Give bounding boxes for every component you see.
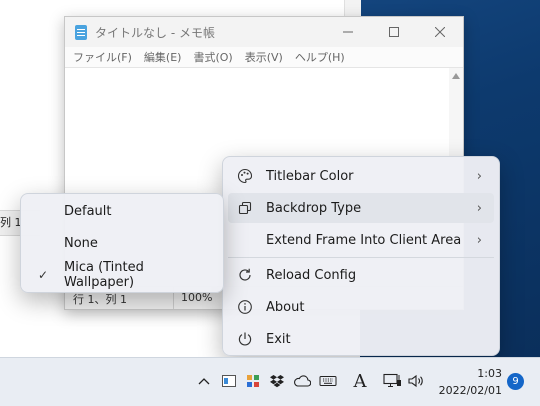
chevron-right-icon: › xyxy=(476,168,482,184)
notepad-titlebar[interactable]: タイトルなし - メモ帳 xyxy=(65,17,463,47)
chevron-up-icon[interactable] xyxy=(197,371,211,391)
submenu-item-none[interactable]: None xyxy=(26,228,218,258)
backdrop-submenu: Default None ✓ Mica (Tinted Wallpaper) xyxy=(20,193,224,293)
window-title: タイトルなし - メモ帳 xyxy=(95,25,215,40)
notification-badge[interactable]: 9 xyxy=(507,373,524,390)
chevron-right-icon: › xyxy=(476,200,482,216)
menu-file[interactable]: ファイル(F) xyxy=(67,49,138,65)
clock-date: 2022/02/01 xyxy=(438,384,502,397)
menu-item-backdrop-type[interactable]: Backdrop Type › xyxy=(228,193,494,223)
dropbox-icon[interactable] xyxy=(268,371,286,391)
context-menu: Titlebar Color › Backdrop Type › Extend … xyxy=(222,156,500,356)
copy-icon xyxy=(236,199,254,217)
network-icon[interactable] xyxy=(382,371,402,391)
menu-item-reload-config[interactable]: Reload Config xyxy=(228,260,494,290)
scroll-up-icon[interactable] xyxy=(452,73,460,79)
ime-icon[interactable]: A xyxy=(350,371,370,392)
menu-item-label: Exit xyxy=(266,331,291,347)
minimize-button[interactable] xyxy=(325,17,371,47)
menu-view[interactable]: 表示(V) xyxy=(239,49,289,65)
minimize-icon xyxy=(343,31,353,33)
clock-time: 1:03 xyxy=(477,367,502,380)
menu-edit[interactable]: 編集(E) xyxy=(138,49,188,65)
palette-icon xyxy=(236,167,254,185)
menu-item-label: Extend Frame Into Client Area xyxy=(266,232,462,248)
chevron-right-icon: › xyxy=(476,232,482,248)
menu-item-extend-frame[interactable]: Extend Frame Into Client Area › xyxy=(228,225,494,255)
menu-item-label: Backdrop Type xyxy=(266,200,362,216)
menu-item-exit[interactable]: Exit xyxy=(228,324,494,354)
close-icon xyxy=(435,27,445,37)
background-status-text: 列 1 xyxy=(0,216,22,229)
submenu-item-mica[interactable]: ✓ Mica (Tinted Wallpaper) xyxy=(26,260,218,290)
menu-format[interactable]: 書式(O) xyxy=(187,49,238,65)
menu-help[interactable]: ヘルプ(H) xyxy=(289,49,351,65)
submenu-item-label: None xyxy=(64,235,98,251)
menu-separator xyxy=(228,257,494,258)
power-icon xyxy=(236,330,254,348)
submenu-item-label: Mica (Tinted Wallpaper) xyxy=(64,260,144,290)
submenu-item-default[interactable]: Default xyxy=(26,196,218,226)
keyboard-icon[interactable] xyxy=(318,371,338,391)
onedrive-icon[interactable] xyxy=(292,371,312,391)
taskbar: A 1:03 2022/02/01 9 xyxy=(0,357,540,406)
info-icon xyxy=(236,298,254,316)
app-icon[interactable] xyxy=(220,371,238,391)
menu-item-label: About xyxy=(266,299,305,315)
submenu-item-label: Default xyxy=(64,203,112,219)
menu-item-label: Titlebar Color xyxy=(266,168,354,184)
refresh-icon xyxy=(236,266,254,284)
palette-app-icon[interactable] xyxy=(244,371,262,391)
maximize-icon xyxy=(389,27,399,37)
menu-item-about[interactable]: About xyxy=(228,292,494,322)
menu-item-label: Reload Config xyxy=(266,267,357,283)
volume-icon[interactable] xyxy=(406,371,426,391)
system-clock[interactable]: 1:03 2022/02/01 xyxy=(439,365,502,399)
cursor-position: 行 1、列 1 xyxy=(73,293,127,306)
checkmark-icon: ✓ xyxy=(38,268,49,282)
menu-item-titlebar-color[interactable]: Titlebar Color › xyxy=(228,161,494,191)
notepad-icon xyxy=(75,24,87,40)
notepad-menubar: ファイル(F) 編集(E) 書式(O) 表示(V) ヘルプ(H) xyxy=(65,47,463,68)
close-button[interactable] xyxy=(417,17,463,47)
maximize-button[interactable] xyxy=(371,17,417,47)
